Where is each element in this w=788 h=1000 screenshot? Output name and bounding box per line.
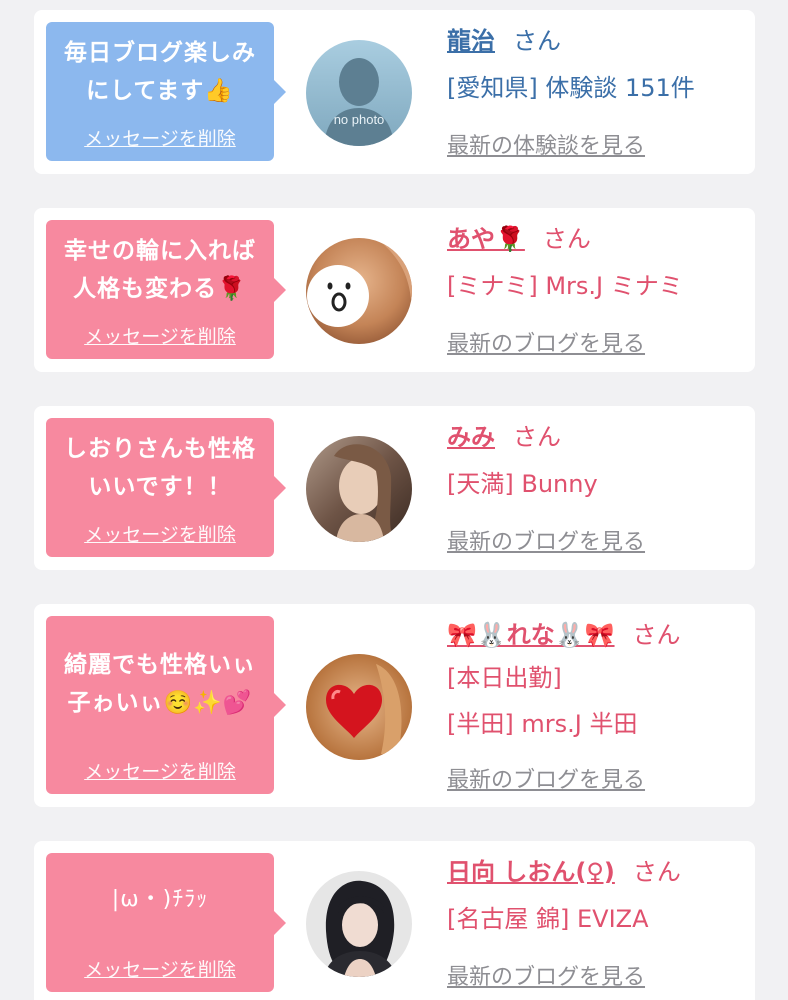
sender-info: 🎀🐰れな🐰🎀 さん [本日出勤] [半田] mrs.J 半田 [447,618,745,744]
latest-post-link[interactable]: 最新の体験談を見る [447,128,645,160]
sender-name-line: 龍治 さん [447,24,745,58]
message-bubble: しおりさんも性格 いいです！！ メッセージを削除 [46,418,286,557]
profile-photo [306,654,412,760]
message-card: しおりさんも性格 いいです！！ メッセージを削除 みみ さん [天満] Bunn… [34,406,755,570]
delete-message-link[interactable]: メッセージを削除 [46,955,274,982]
message-text: |ω・)ﾁﾗｯ [111,887,209,912]
sender-info: あや🌹 さん [ミナミ] Mrs.J ミナミ [447,222,745,306]
sender-name-link[interactable]: みみ [447,423,495,451]
sender-name-link[interactable]: あや🌹 [447,225,525,253]
svg-text:no photo: no photo [334,112,385,127]
sender-info: 日向 しおん(♀) さん [名古屋 錦] EVIZA [447,855,745,939]
sender-info: みみ さん [天満] Bunny [447,420,745,504]
sender-name-line: 日向 しおん(♀) さん [447,855,745,889]
avatar[interactable] [306,654,412,760]
sender-detail: [天満] Bunny [447,470,598,498]
honorific: さん [513,423,561,451]
sender-name-line: 🎀🐰れな🐰🎀 さん [447,618,745,652]
sender-detail: [愛知県] 体験談 151件 [447,74,695,102]
sender-name-link[interactable]: 龍治 [447,27,495,55]
latest-post-link[interactable]: 最新のブログを見る [447,326,645,358]
latest-post-link[interactable]: 最新のブログを見る [447,524,645,556]
sender-name-link[interactable]: 日向 しおん(♀) [447,858,615,886]
sender-name-link[interactable]: 🎀🐰れな🐰🎀 [447,621,615,649]
delete-message-link[interactable]: メッセージを削除 [46,124,274,151]
delete-message-link[interactable]: メッセージを削除 [46,322,274,349]
honorific: さん [513,27,561,55]
avatar[interactable] [306,436,412,542]
profile-photo [306,436,412,542]
sender-detail: [名古屋 錦] EVIZA [447,905,649,933]
honorific: さん [632,621,681,649]
message-text: 綺麗でも性格いぃ 子ゎいぃ☺️✨💕 [64,652,256,716]
message-card: 毎日ブログ楽しみ にしてます👍 メッセージを削除 no photo 龍治さん [34,10,755,174]
honorific: さん [542,225,591,253]
avatar[interactable] [306,238,412,344]
honorific: さん [632,858,681,886]
no-photo-icon: no photo [306,40,412,146]
profile-photo [306,871,412,977]
sender-name-line: あや🌹 さん [447,222,745,256]
message-card: 幸せの輪に入れば 人格も変わる🌹 メッセージを削除 あや🌹 さん [ミナミ] M… [34,208,755,372]
message-bubble: 幸せの輪に入れば 人格も変わる🌹 メッセージを削除 [46,220,286,359]
message-card: |ω・)ﾁﾗｯ メッセージを削除 日向 しおん(♀) さん [名古屋 錦] EVI… [34,841,755,1000]
message-list-page: 毎日ブログ楽しみ にしてます👍 メッセージを削除 no photo 龍治さん [0,0,788,1000]
message-text: 幸せの輪に入れば 人格も変わる🌹 [64,238,256,302]
latest-post-link[interactable]: 最新のブログを見る [447,959,645,991]
sender-name-line: みみ さん [447,420,745,454]
sender-detail: [ミナミ] Mrs.J ミナミ [447,272,683,300]
message-text: しおりさんも性格 いいです！！ [64,436,256,500]
message-bubble: |ω・)ﾁﾗｯ メッセージを削除 [46,853,286,992]
sender-info: 龍治 さん [愛知県] 体験談 151件 [447,24,745,108]
message-card: 綺麗でも性格いぃ 子ゎいぃ☺️✨💕 メッセージを削除 🎀🐰れな🐰🎀 さん [本日… [34,604,755,807]
message-text: 毎日ブログ楽しみ にしてます👍 [64,40,256,104]
delete-message-link[interactable]: メッセージを削除 [46,520,274,547]
latest-post-link[interactable]: 最新のブログを見る [447,762,645,794]
avatar[interactable] [306,871,412,977]
profile-photo [306,238,412,344]
sender-status: [本日出勤] [447,664,562,692]
sender-detail: [半田] mrs.J 半田 [447,710,638,738]
message-bubble: 毎日ブログ楽しみ にしてます👍 メッセージを削除 [46,22,286,161]
message-bubble: 綺麗でも性格いぃ 子ゎいぃ☺️✨💕 メッセージを削除 [46,616,286,794]
delete-message-link[interactable]: メッセージを削除 [46,757,274,784]
avatar[interactable]: no photo [306,40,412,146]
